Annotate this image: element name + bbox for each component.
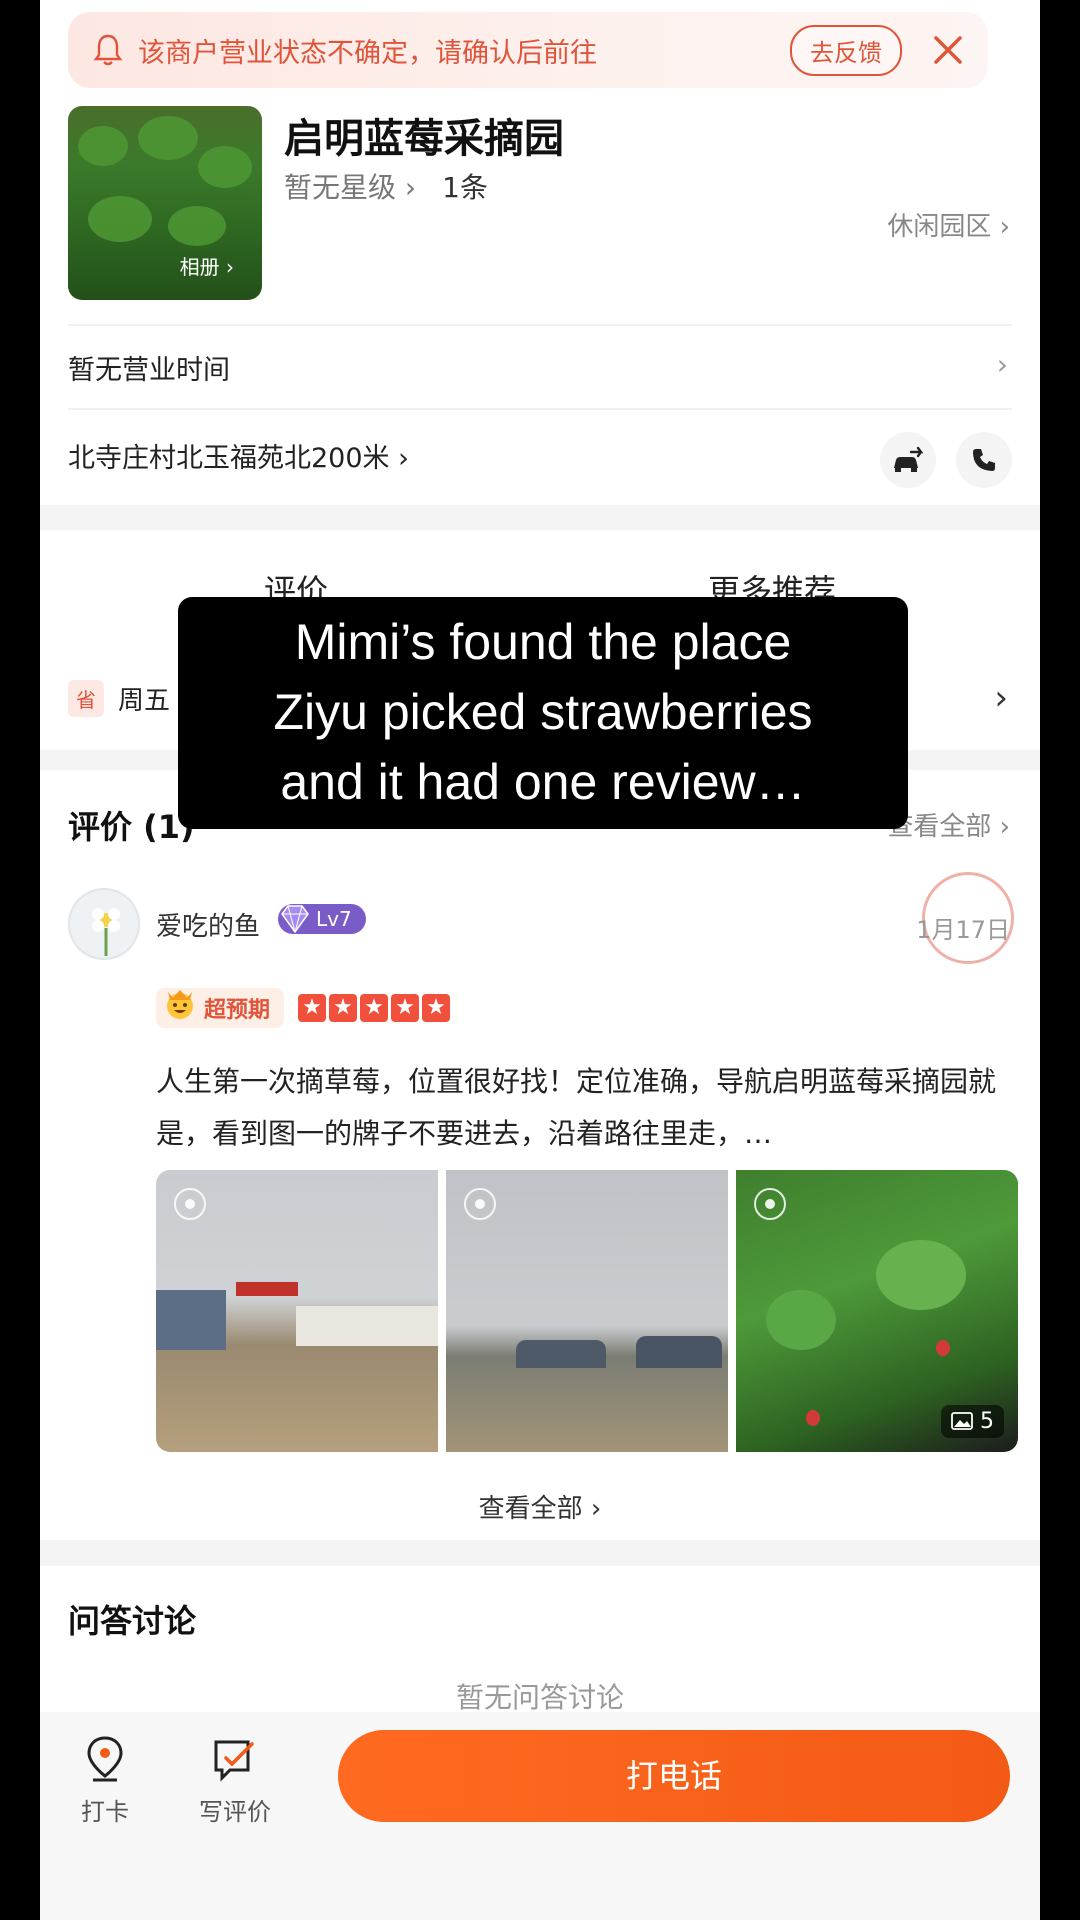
level-text: Lv7 <box>316 907 352 931</box>
photo-wall <box>296 1306 438 1346</box>
image-icon <box>951 1412 973 1430</box>
photo-leaf <box>766 1290 836 1350</box>
merchant-photo[interactable]: 相册 › <box>68 106 262 300</box>
see-all-text: 查看全部 <box>478 1494 583 1524</box>
review-photo[interactable] <box>446 1170 728 1452</box>
star-icon: ★ <box>391 994 420 1022</box>
live-photo-icon <box>464 1188 496 1220</box>
notice-text: 该商户营业状态不确定，请确认后前往 <box>138 37 597 69</box>
close-icon[interactable] <box>932 34 964 66</box>
app-screen: 该商户营业状态不确定，请确认后前往 去反馈 相册 › 启明蓝莓采摘园 暂无星级 … <box>40 0 1040 1920</box>
level-badge: Lv7 <box>278 904 366 934</box>
star-icon: ★ <box>329 994 358 1022</box>
review-photo[interactable]: 5 <box>736 1170 1018 1452</box>
write-review-icon <box>214 1740 254 1782</box>
expectation-text: 超预期 <box>204 998 271 1023</box>
phone-icon <box>973 449 995 471</box>
qa-empty-text: 暂无问答讨论 <box>455 1681 624 1714</box>
category-link[interactable]: 休闲园区 › <box>887 206 1010 243</box>
bottom-action-bar: 打卡 写评价 打电话 <box>40 1712 1040 1920</box>
expectation-row: 超预期 ★ ★ ★ ★ ★ <box>156 988 451 1028</box>
photo-leaf <box>78 126 128 166</box>
photo-strawberry <box>806 1410 820 1426</box>
photo-greenhouse <box>636 1336 722 1368</box>
chevron-right-icon: › <box>996 348 1008 381</box>
reviews-section: 评价 (1) 查看全部 › 爱吃的鱼 Lv7 1月17日 超预期 ★ ★ ★ ★… <box>40 770 1040 1540</box>
car-navigate-icon <box>894 446 924 472</box>
flower-avatar-icon <box>92 908 120 956</box>
category-text: 休闲园区 <box>887 212 992 242</box>
checkin-button[interactable]: 打卡 <box>50 1736 160 1827</box>
star-rating: ★ ★ ★ ★ ★ <box>298 994 451 1022</box>
bell-icon <box>93 34 123 66</box>
diamond-icon <box>281 905 309 934</box>
avatar[interactable] <box>68 888 140 960</box>
merchant-name: 启明蓝莓采摘园 <box>284 116 564 162</box>
divider <box>68 408 1012 410</box>
photo-greenhouse <box>516 1340 606 1368</box>
crown-face-icon <box>167 990 193 1019</box>
merchant-header: 该商户营业状态不确定，请确认后前往 去反馈 相册 › 启明蓝莓采摘园 暂无星级 … <box>40 0 1040 505</box>
photo-building <box>156 1290 226 1350</box>
star-icon: ★ <box>298 994 327 1022</box>
star-icon: ★ <box>422 994 451 1022</box>
caption-line: Ziyu picked strawberries <box>273 684 813 740</box>
photo-sign <box>236 1282 298 1296</box>
see-all-reviews-button[interactable]: 查看全部 › <box>40 1488 1040 1525</box>
review-text[interactable]: 人生第一次摘草莓，位置很好找！定位准确，导航启明蓝莓采摘园就是，看到图一的牌子不… <box>156 1056 1006 1160</box>
phone-button[interactable] <box>956 432 1012 488</box>
rating-row[interactable]: 暂无星级 › 1条 <box>284 166 488 206</box>
navigate-button[interactable] <box>880 432 936 488</box>
checkin-label: 打卡 <box>81 1798 129 1826</box>
write-review-button[interactable]: 写评价 <box>180 1736 290 1827</box>
call-button[interactable]: 打电话 <box>338 1730 1010 1822</box>
location-pin-icon <box>87 1736 123 1782</box>
write-review-label: 写评价 <box>199 1798 271 1826</box>
promo-row[interactable]: 省 周五 <box>68 680 170 717</box>
album-link[interactable]: 相册 › <box>180 251 234 280</box>
photo-leaf <box>168 206 226 246</box>
star-icon: ★ <box>360 994 389 1022</box>
divider <box>68 324 1012 326</box>
business-hours[interactable]: 暂无营业时间 <box>68 348 230 387</box>
reviews-title: 评价 (1) <box>68 808 195 846</box>
album-label: 相册 <box>179 255 220 279</box>
promo-text: 周五 <box>118 686 171 716</box>
photo-count: 5 <box>980 1409 994 1434</box>
review-count: 1条 <box>442 171 488 204</box>
photo-leaf <box>88 196 152 242</box>
reviewer-name[interactable]: 爱吃的鱼 <box>156 906 260 943</box>
review-photo[interactable] <box>156 1170 438 1452</box>
chevron-right-icon: › <box>994 678 1008 718</box>
photo-count-badge: 5 <box>941 1405 1004 1438</box>
caption-line: and it had one review… <box>280 754 806 810</box>
promo-badge: 省 <box>68 680 104 717</box>
qa-title: 问答讨论 <box>68 1602 197 1640</box>
live-photo-icon <box>174 1188 206 1220</box>
review-photos: 5 <box>156 1170 1018 1452</box>
star-level[interactable]: 暂无星级 › <box>284 166 416 206</box>
address-text: 北寺庄村北玉福苑北200米 <box>68 443 390 474</box>
caption-line: Mimi’s found the place <box>294 614 792 670</box>
photo-leaf <box>198 146 252 188</box>
photo-leaf <box>876 1240 966 1310</box>
photo-leaf <box>138 116 198 160</box>
address-link[interactable]: 北寺庄村北玉福苑北200米 › <box>68 436 409 475</box>
live-photo-icon <box>754 1188 786 1220</box>
expectation-tag: 超预期 <box>156 988 285 1028</box>
feedback-button[interactable]: 去反馈 <box>790 24 902 76</box>
star-level-text: 暂无星级 <box>284 171 397 204</box>
photo-strawberry <box>936 1340 950 1356</box>
video-caption: Mimi’s found the place Ziyu picked straw… <box>178 597 908 829</box>
status-notice-bar: 该商户营业状态不确定，请确认后前往 去反馈 <box>68 12 988 88</box>
review-date: 1月17日 <box>916 916 1010 944</box>
